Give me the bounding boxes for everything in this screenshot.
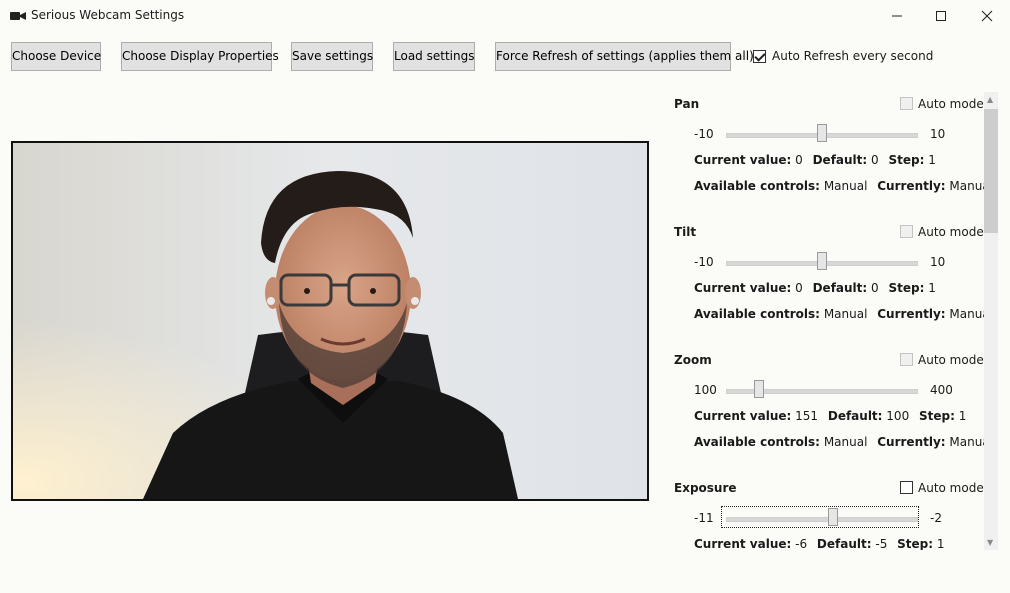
- tilt-control: Tilt Auto mode -10 10 Current value: 0 D…: [674, 220, 984, 348]
- default-value: 0: [871, 153, 879, 167]
- tilt-auto-mode-checkbox[interactable]: [900, 225, 913, 238]
- mode-row: Available controls: Manual Currently: Ma…: [694, 307, 984, 321]
- close-button[interactable]: [964, 0, 1010, 32]
- available-controls-value: Manual: [823, 435, 868, 449]
- slider-max: -2: [930, 511, 942, 525]
- currently-label: Currently:: [877, 307, 946, 321]
- current-value: 0: [795, 153, 803, 167]
- control-name: Pan: [674, 97, 700, 111]
- step-label: Step:: [919, 409, 955, 423]
- currently-label: Currently:: [877, 179, 946, 193]
- current-value-label: Current value:: [694, 153, 792, 167]
- current-value: 0: [795, 281, 803, 295]
- save-settings-button[interactable]: Save settings: [291, 42, 373, 71]
- zoom-auto-mode-checkbox[interactable]: [900, 353, 913, 366]
- exposure-auto-mode-checkbox[interactable]: [900, 481, 913, 494]
- current-value: -6: [795, 537, 808, 550]
- auto-refresh-label: Auto Refresh every second: [772, 49, 934, 63]
- choose-device-button[interactable]: Choose Device: [11, 42, 101, 71]
- available-controls-value: Manual: [823, 307, 868, 321]
- pan-auto-mode-checkbox[interactable]: [900, 97, 913, 110]
- value-row: Current value: -6 Default: -5 Step: 1: [694, 537, 951, 550]
- step-value: 1: [928, 281, 936, 295]
- maximize-button[interactable]: [918, 0, 964, 32]
- controls-panel: Pan Auto mode -10 10 Current value: 0 De…: [674, 92, 984, 550]
- currently-value: Manual: [949, 307, 984, 321]
- auto-mode-label: Auto mode: [918, 97, 984, 111]
- default-value: -5: [875, 537, 888, 550]
- step-label: Step:: [897, 537, 934, 550]
- value-row: Current value: 0 Default: 0 Step: 1: [694, 281, 942, 295]
- webcam-icon: [10, 12, 26, 20]
- available-controls-label: Available controls:: [694, 435, 820, 449]
- title-bar: Serious Webcam Settings: [0, 0, 1010, 32]
- default-label: Default:: [812, 281, 868, 295]
- step-value: 1: [936, 537, 945, 550]
- current-value-label: Current value:: [694, 281, 792, 295]
- slider-max: 400: [930, 383, 953, 397]
- available-controls-label: Available controls:: [694, 179, 820, 193]
- default-label: Default:: [812, 153, 868, 167]
- step-value: 1: [958, 409, 967, 423]
- close-icon: [981, 10, 993, 22]
- slider-max: 10: [930, 255, 946, 269]
- default-label: Default:: [816, 537, 872, 550]
- slider-min: -10: [694, 127, 714, 141]
- exposure-control: Exposure Auto mode -11 -2 Current value:…: [674, 476, 984, 550]
- zoom-slider-thumb[interactable]: [753, 380, 764, 398]
- window-title: Serious Webcam Settings: [31, 8, 185, 22]
- step-value: 1: [928, 153, 936, 167]
- slider-min: -11: [694, 511, 714, 525]
- available-controls-value: Manual: [823, 179, 868, 193]
- current-value: 151: [795, 409, 819, 423]
- camera-preview: [11, 141, 649, 501]
- scroll-down-icon[interactable]: ▼: [987, 538, 993, 547]
- exposure-slider-thumb[interactable]: [827, 508, 838, 526]
- step-label: Step:: [888, 281, 925, 295]
- default-label: Default:: [827, 409, 883, 423]
- default-value: 0: [871, 281, 879, 295]
- pan-control: Pan Auto mode -10 10 Current value: 0 De…: [674, 92, 984, 220]
- choose-display-properties-button[interactable]: Choose Display Properties: [121, 42, 279, 71]
- value-row: Current value: 151 Default: 100 Step: 1: [694, 409, 972, 423]
- slider-max: 10: [930, 127, 946, 141]
- pan-slider-thumb[interactable]: [817, 124, 827, 142]
- slider-min: -10: [694, 255, 714, 269]
- current-value-label: Current value:: [694, 409, 792, 423]
- auto-refresh-checkbox[interactable]: [753, 50, 766, 63]
- available-controls-label: Available controls:: [694, 307, 820, 321]
- mode-row: Available controls: Manual Currently: Ma…: [694, 435, 984, 449]
- webcam-image: [13, 143, 647, 499]
- value-row: Current value: 0 Default: 0 Step: 1: [694, 153, 942, 167]
- control-name: Zoom: [674, 353, 712, 367]
- control-name: Exposure: [674, 481, 737, 495]
- scroll-up-icon[interactable]: ▲: [987, 95, 993, 104]
- auto-mode-label: Auto mode: [918, 225, 984, 239]
- currently-value: Manual: [949, 435, 984, 449]
- mode-row: Available controls: Manual Currently: Ma…: [694, 179, 984, 193]
- tilt-slider-thumb[interactable]: [817, 252, 827, 270]
- auto-mode-label: Auto mode: [918, 481, 984, 495]
- exposure-slider-track[interactable]: [726, 517, 918, 522]
- zoom-control: Zoom Auto mode 100 400 Current value: 15…: [674, 348, 984, 476]
- control-name: Tilt: [674, 225, 697, 239]
- minimize-icon: [892, 15, 902, 17]
- currently-value: Manual: [949, 179, 984, 193]
- default-value: 100: [886, 409, 910, 423]
- slider-min: 100: [694, 383, 717, 397]
- scrollbar-thumb[interactable]: [984, 109, 998, 233]
- current-value-label: Current value:: [694, 537, 792, 550]
- auto-mode-label: Auto mode: [918, 353, 984, 367]
- load-settings-button[interactable]: Load settings: [393, 42, 475, 71]
- minimize-button[interactable]: [874, 0, 920, 32]
- force-refresh-button[interactable]: Force Refresh of settings (applies them …: [495, 42, 754, 71]
- currently-label: Currently:: [877, 435, 946, 449]
- step-label: Step:: [888, 153, 925, 167]
- controls-scrollbar[interactable]: ▲ ▼: [984, 92, 998, 550]
- maximize-icon: [936, 11, 946, 21]
